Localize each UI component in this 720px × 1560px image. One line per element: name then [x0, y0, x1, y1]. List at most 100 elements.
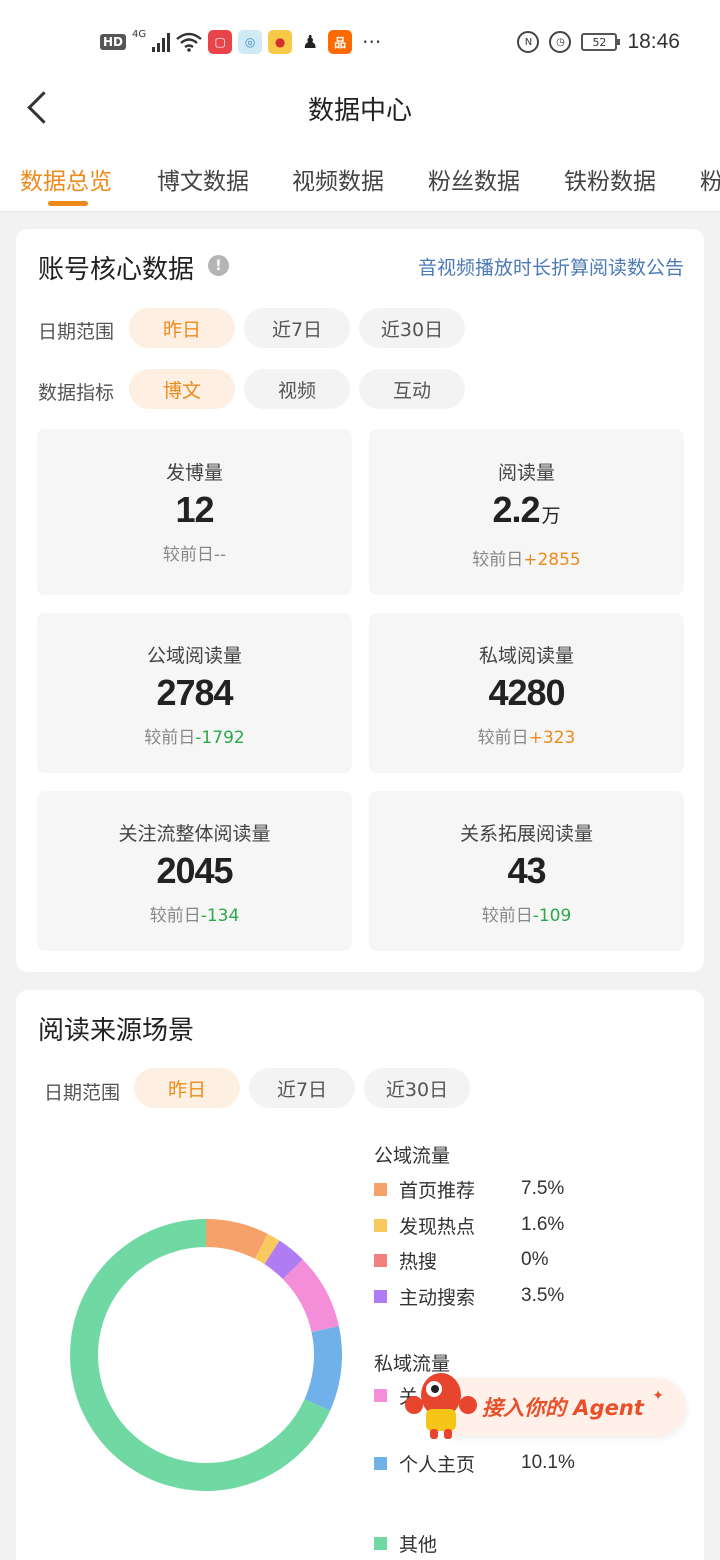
donut-segment [282, 1259, 339, 1333]
source-donut-chart [70, 1219, 342, 1491]
page-title: 数据中心 [307, 96, 412, 126]
compare-label: 较前日 [149, 906, 201, 926]
legend-name: 其他 [399, 1533, 438, 1556]
stat-number: 43 [507, 850, 546, 891]
legend-name: 发现热点 [399, 1215, 476, 1238]
mascot-icon[interactable] [404, 1365, 478, 1441]
legend-swatch [374, 1289, 387, 1303]
compare-value: +2855 [523, 550, 581, 570]
more-icon: ··· [362, 30, 382, 54]
legend-name: 首页推荐 [399, 1179, 476, 1202]
metric-option-post[interactable]: 博文 [129, 369, 235, 409]
tab-fans-data[interactable]: 粉丝数据 [428, 162, 520, 196]
info-icon[interactable]: ! [208, 255, 229, 276]
compare-value: +323 [528, 728, 576, 748]
legend-item-discover-hot: 发现热点 1.6% [374, 1213, 565, 1238]
metric-option-interaction[interactable]: 互动 [359, 369, 465, 409]
date-option-7d[interactable]: 近7日 [244, 308, 350, 348]
active-tab-indicator [48, 201, 88, 206]
stat-relation-expand-read[interactable]: 关系拓展阅读量 43 较前日-109 [369, 791, 684, 951]
read-source-card: 阅读来源场景 日期范围 昨日 近7日 近30日 公域流量 首页推荐 7.5% 发… [16, 990, 704, 1560]
legend-swatch [374, 1253, 387, 1267]
legend-name: 个人主页 [399, 1453, 476, 1476]
stat-value: 2045 [37, 850, 352, 892]
legend-value: 10.1% [521, 1452, 575, 1473]
stat-compare: 较前日-1792 [37, 723, 352, 748]
donut-segment [254, 1233, 280, 1265]
tab-overview[interactable]: 数据总览 [20, 162, 112, 196]
tab-iron-fans-data[interactable]: 铁粉数据 [564, 162, 656, 196]
compare-label: 较前日 [481, 906, 533, 926]
battery-icon: 52 [581, 33, 621, 51]
agent-entry-label: 接入你的 Agent [482, 1396, 644, 1420]
wifi-icon [176, 32, 202, 52]
alarm-icon: ◷ [549, 31, 572, 53]
stat-value: 2784 [37, 672, 352, 714]
stat-label: 公域阅读量 [146, 645, 242, 667]
legend-value: 1.6% [521, 1214, 565, 1235]
legend-value: 3.5% [521, 1285, 565, 1306]
nfc-icon: N [517, 31, 540, 53]
legend-item-hot-search: 热搜 0% [374, 1248, 548, 1273]
compare-value: -109 [532, 906, 572, 926]
stat-compare: 较前日-134 [37, 901, 352, 926]
compare-label: 较前日 [162, 545, 214, 565]
compare-value: -134 [200, 906, 240, 926]
tab-video-data[interactable]: 视频数据 [292, 162, 384, 196]
read-source-title: 阅读来源场景 [38, 1016, 195, 1046]
qq-icon: ♟ [298, 30, 323, 54]
metric-label: 数据指标 [38, 382, 115, 404]
source-date-yesterday[interactable]: 昨日 [134, 1068, 240, 1108]
stat-public-read[interactable]: 公域阅读量 2784 较前日-1792 [37, 613, 352, 773]
source-date-7d[interactable]: 近7日 [249, 1068, 355, 1108]
core-data-card: 账号核心数据 ! 音视频播放时长折算阅读数公告 日期范围 昨日 近7日 近30日… [16, 229, 704, 972]
stat-label: 发博量 [165, 462, 223, 484]
tab-post-data[interactable]: 博文数据 [157, 162, 249, 196]
stat-label: 私域阅读量 [478, 645, 574, 667]
legend-group-public: 公域流量 [374, 1145, 451, 1167]
source-date-30d[interactable]: 近30日 [364, 1068, 470, 1108]
compare-value: -1792 [195, 728, 245, 748]
legend-swatch [374, 1182, 387, 1196]
compare-label: 较前日 [144, 728, 196, 748]
date-option-yesterday[interactable]: 昨日 [129, 308, 235, 348]
legend-swatch [374, 1456, 387, 1470]
date-option-30d[interactable]: 近30日 [359, 308, 465, 348]
stat-number: 12 [175, 489, 214, 530]
clock: 18:46 [627, 30, 680, 53]
stat-value: 2.2 万 [369, 489, 684, 531]
donut-segment [205, 1219, 268, 1259]
stat-read-count[interactable]: 阅读量 2.2 万 较前日+2855 [369, 429, 684, 595]
donut-segment [264, 1240, 303, 1280]
compare-label: 较前日 [472, 550, 524, 570]
legend-item-active-search: 主动搜索 3.5% [374, 1284, 565, 1309]
app-icon: ◎ [238, 30, 263, 54]
stat-number: 2784 [156, 672, 233, 713]
stat-compare: 较前日-- [37, 540, 352, 565]
stat-label: 关系拓展阅读量 [459, 823, 593, 845]
notice-link[interactable]: 音视频播放时长折算阅读数公告 [418, 253, 684, 280]
stat-compare: 较前日+2855 [369, 545, 684, 570]
tab-overflow[interactable]: 粉 [700, 162, 720, 196]
stat-private-read[interactable]: 私域阅读量 4280 较前日+323 [369, 613, 684, 773]
hd-icon: HD [100, 34, 127, 50]
stat-label: 关注流整体阅读量 [118, 823, 271, 845]
stat-post-count[interactable]: 发博量 12 较前日-- [37, 429, 352, 595]
legend-swatch [374, 1388, 387, 1402]
stat-follow-feed-read[interactable]: 关注流整体阅读量 2045 较前日-134 [37, 791, 352, 951]
legend-item-profile: 个人主页 10.1% [374, 1451, 575, 1476]
legend-swatch [374, 1536, 387, 1550]
legend-value: 7.5% [521, 1178, 565, 1199]
legend-swatch [374, 1218, 387, 1232]
core-data-title: 账号核心数据 [38, 255, 195, 285]
stat-compare: 较前日+323 [369, 723, 684, 748]
network-type: 4G [132, 28, 147, 40]
legend-item-other: 其他 [374, 1531, 521, 1556]
stat-unit: 万 [541, 506, 561, 527]
weibo-icon: ● [268, 30, 293, 54]
metric-option-video[interactable]: 视频 [244, 369, 350, 409]
stat-value: 4280 [369, 672, 684, 714]
legend-name: 主动搜索 [399, 1286, 476, 1309]
stat-value: 43 [369, 850, 684, 892]
status-bar: HD 4G ▢ ◎ ● ♟ 品 ··· N ◷ 52 18:46 [0, 0, 720, 84]
